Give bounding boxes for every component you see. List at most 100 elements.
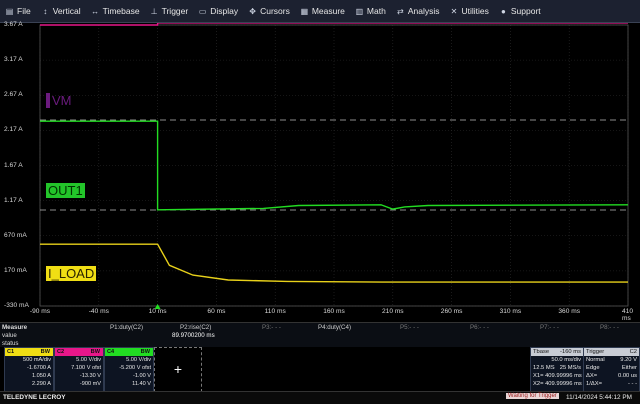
menu-label: Timebase [102, 6, 140, 16]
math-icon: ▥ [355, 6, 364, 16]
channel-id: C2 [57, 349, 65, 355]
date-time: 11/14/2024 5:44:12 PM [566, 394, 632, 401]
display-icon: ▭ [198, 6, 207, 16]
channel-value: -900 mV [79, 381, 101, 387]
bandwidth-badge: BW [140, 349, 150, 355]
channel-id: C1 [7, 349, 15, 355]
x-tick-label: 310 ms [499, 308, 522, 315]
waveform-display[interactable]: 3.67 A 3.17 A 2.67 A 2.17 A 1.67 A 1.17 A 670 … [0, 21, 640, 322]
x-tick-label: 10 ms [148, 308, 167, 315]
channel-value: -13.30 V [79, 373, 101, 379]
trace-label-out1[interactable]: OUT1 [46, 183, 85, 198]
measure-p1[interactable]: P1:duty(C2) [110, 324, 143, 331]
measure-p5[interactable]: P5:- - - [400, 324, 419, 331]
measure-p6[interactable]: P6:- - - [470, 324, 489, 331]
measure-icon: ▦ [300, 6, 309, 16]
x-tick-label: 110 ms [264, 308, 286, 315]
menu-label: File [17, 6, 31, 16]
add-channel-button[interactable]: + [154, 347, 202, 392]
timebase-panel[interactable]: Tbase -160 ms 50.0 ms/div 12.5 MS 25 MS/s… [530, 347, 584, 392]
x-tick-label: 160 ms [323, 308, 345, 315]
cursor-x1: X1= 409.99996 ms [533, 373, 582, 379]
channel-id: C4 [107, 349, 115, 355]
measure-p2-value: 89.9700200 ms [172, 332, 215, 339]
menu-file[interactable]: ▤ File [0, 0, 36, 22]
menu-timebase[interactable]: ↔ Timebase [86, 0, 145, 22]
trigger-panel[interactable]: Trigger C2 Normal 9.20 V Edge Either ΔX= 0.0… [583, 347, 640, 392]
channel-value: 500 mA/div [23, 357, 51, 363]
utilities-icon: ✕ [450, 6, 458, 16]
channel-value: 7.100 V ofst [71, 365, 101, 371]
channel-panel-c2[interactable]: C2 BW 5.00 V/div 7.100 V ofst -13.30 V -900 m… [54, 347, 104, 392]
menu-math[interactable]: ▥ Math [350, 0, 391, 22]
delta-x-label: ΔX= [586, 373, 598, 379]
menu-analysis[interactable]: ⇄ Analysis [391, 0, 445, 22]
channel-panel-c4[interactable]: C4 BW 5.00 V/div -5.200 V ofst -1.00 V 11.40 … [104, 347, 154, 392]
measure-row-value: value [2, 332, 17, 339]
menu-utilities[interactable]: ✕ Utilities [444, 0, 493, 22]
menu-label: Display [210, 6, 239, 16]
menu-label: Trigger [161, 6, 189, 16]
bandwidth-badge: BW [40, 349, 50, 355]
measure-p4[interactable]: P4:duty(C4) [318, 324, 351, 331]
trigger-channel: C2 [629, 349, 637, 355]
timebase-samples: 12.5 MS 25 MS/s [533, 365, 581, 371]
menu-label: Analysis [407, 6, 440, 16]
trigger-type: Edge [586, 365, 600, 371]
cursor-x2: X2= 409.99996 ms [533, 381, 582, 387]
y-tick-label: 3.67 A [4, 21, 23, 28]
measure-table: Measure value status P1:duty(C2) P2:rise… [0, 322, 640, 347]
channel-value: -1.00 V [132, 373, 151, 379]
x-tick-label: -90 ms [29, 308, 51, 315]
measure-row-status: status [2, 340, 19, 347]
menu-label: Utilities [461, 6, 489, 16]
support-icon: ● [500, 6, 506, 16]
trigger-mode: Normal [586, 357, 605, 363]
trace-label-vm[interactable]: VM [46, 93, 74, 108]
file-icon: ▤ [5, 6, 14, 16]
menu-label: Measure [311, 6, 345, 16]
menu-label: Cursors [260, 6, 290, 16]
measure-p7[interactable]: P7:- - - [540, 324, 559, 331]
analysis-icon: ⇄ [396, 6, 404, 16]
channel-value: 5.00 V/div [126, 357, 151, 363]
menu-cursors[interactable]: ✥ Cursors [243, 0, 295, 22]
menu-label: Vertical [52, 6, 81, 16]
trace-i-load [40, 243, 628, 283]
trace-label-iload[interactable]: I_LOAD [46, 266, 97, 281]
x-tick-label: 360 ms [558, 308, 580, 315]
menu-trigger[interactable]: ⊥ Trigger [145, 0, 194, 22]
x-tick-label: 60 ms [207, 308, 226, 315]
cursors-icon: ✥ [249, 6, 256, 16]
x-tick-label: 210 ms [381, 308, 404, 315]
trigger-slope: Either [621, 365, 637, 371]
menu-display[interactable]: ▭ Display [193, 0, 243, 22]
timebase-delay: -160 ms [560, 349, 581, 355]
trigger-title: Trigger [586, 349, 605, 355]
y-tick-label: 1.67 A [4, 161, 23, 169]
measure-p3[interactable]: P3:- - - [262, 324, 281, 331]
menu-label: Math [366, 6, 386, 16]
y-tick-label: -330 mA [4, 302, 29, 309]
menu-support[interactable]: ● Support [494, 0, 546, 22]
trigger-icon: ⊥ [150, 6, 158, 16]
channel-value: 11.40 V [132, 381, 151, 387]
x-tick-label: 260 ms [440, 308, 463, 315]
y-tick-label: 170 mA [4, 266, 27, 274]
acquisition-status: Waiting for Trigger [506, 393, 559, 399]
x-tick-label: -40 ms [88, 308, 109, 315]
inv-delta-x-value: - - - [627, 381, 637, 387]
channel-panel-c1[interactable]: C1 BW 500 mA/div -1.6700 A 1.050 A 2.290 A [4, 347, 54, 392]
measure-p8[interactable]: P8:- - - [600, 324, 619, 331]
menu-label: Support [510, 6, 541, 16]
menu-measure[interactable]: ▦ Measure [295, 0, 350, 22]
delta-x-value: 0.00 us [617, 373, 637, 379]
channel-value: 1.050 A [32, 373, 51, 379]
timebase-title: Tbase [533, 349, 550, 355]
measure-p2[interactable]: P2:rise(C2) [180, 324, 211, 331]
channel-value: -1.6700 A [27, 365, 51, 371]
menu-bar: ▤ File ↕ Vertical ↔ Timebase ⊥ Trigger ▭ Display ✥… [0, 0, 640, 23]
channel-value: 5.00 V/div [76, 357, 101, 363]
menu-vertical[interactable]: ↕ Vertical [36, 0, 86, 22]
brand-logo: TELEDYNE LECROY [3, 394, 66, 401]
